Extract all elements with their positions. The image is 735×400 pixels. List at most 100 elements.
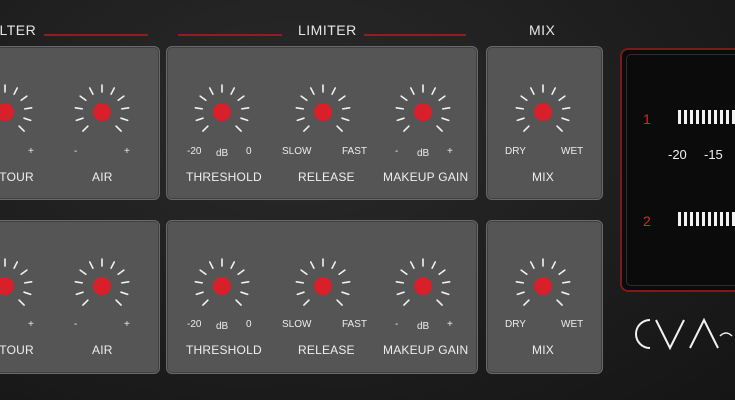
knob-tick xyxy=(561,291,570,296)
air-max-ch1: + xyxy=(124,146,130,157)
threshold-min-ch2: -20 xyxy=(187,319,202,330)
mix-max-ch2: WET xyxy=(561,319,584,330)
mix-min-ch1: DRY xyxy=(505,146,526,157)
knob-tick xyxy=(79,269,87,276)
filter-section-title: FILTER xyxy=(0,22,37,38)
knob-tick xyxy=(296,117,305,122)
meter-bar-segment xyxy=(678,110,681,124)
release-min-ch1: SLOW xyxy=(282,146,312,157)
meter-bar-segment xyxy=(726,110,729,124)
makeup-gain-knob-ch2[interactable] xyxy=(391,254,455,318)
release-min-ch2: SLOW xyxy=(282,319,312,330)
knob-tick xyxy=(303,299,310,306)
mix-knob-ch2[interactable] xyxy=(511,254,575,318)
knob-tick xyxy=(120,291,129,296)
knob-indicator-dot xyxy=(414,277,432,295)
contour-knob-ch2[interactable] xyxy=(0,254,37,318)
release-max-ch1: FAST xyxy=(342,146,368,157)
meter-scale-minus-20: -20 xyxy=(668,147,687,162)
knob-tick xyxy=(20,95,28,102)
knob-dial xyxy=(194,258,250,306)
knob-tick xyxy=(296,291,305,296)
meter-bar-segment xyxy=(714,212,717,226)
contour-max-ch2: + xyxy=(28,319,34,330)
knob-tick xyxy=(18,299,25,306)
knob-tick xyxy=(341,117,350,122)
air-min-ch2: - xyxy=(74,319,78,330)
knob-tick xyxy=(75,291,84,296)
contour-knob-ch1[interactable] xyxy=(0,80,37,144)
knob-tick xyxy=(551,261,557,269)
knob-tick xyxy=(120,280,130,284)
knob-tick xyxy=(309,87,315,95)
knob-tick xyxy=(309,261,315,269)
knob-tick xyxy=(117,269,125,276)
knob-tick xyxy=(194,106,204,110)
release-knob-ch1[interactable] xyxy=(291,80,355,144)
knob-tick xyxy=(331,261,337,269)
meter-channel-1-label: 1 xyxy=(643,111,651,127)
knob-tick xyxy=(88,87,94,95)
knob-tick xyxy=(400,95,408,102)
threshold-unit-ch1: dB xyxy=(216,148,229,159)
knob-indicator-dot xyxy=(314,277,332,295)
knob-tick xyxy=(240,117,249,122)
knob-tick xyxy=(303,125,310,132)
knob-tick xyxy=(199,95,207,102)
meter-bar-segment xyxy=(726,212,729,226)
release-knob-ch2[interactable] xyxy=(291,254,355,318)
knob-tick xyxy=(18,125,25,132)
meter-bar-segment xyxy=(696,212,699,226)
knob-tick xyxy=(295,106,305,110)
knob-indicator-dot xyxy=(213,103,231,121)
knob-dial xyxy=(395,258,451,306)
knob-tick xyxy=(199,269,207,276)
air-label-ch2: AIR xyxy=(92,343,113,357)
knob-dial xyxy=(0,258,33,306)
knob-tick xyxy=(120,117,129,122)
knob-tick xyxy=(395,106,405,110)
limiter-section-title: LIMITER xyxy=(298,22,357,38)
knob-tick xyxy=(79,95,87,102)
knob-tick xyxy=(516,117,525,122)
knob-tick xyxy=(240,280,250,284)
knob-tick xyxy=(195,117,204,122)
knob-tick xyxy=(115,125,122,132)
knob-tick xyxy=(529,87,535,95)
level-meter-inner-frame xyxy=(626,54,735,286)
threshold-label-ch2: THRESHOLD xyxy=(186,343,262,357)
knob-tick xyxy=(74,106,84,110)
threshold-knob-ch1[interactable] xyxy=(190,80,254,144)
meter-bar-segment xyxy=(690,110,693,124)
knob-indicator-dot xyxy=(414,103,432,121)
makeup-gain-knob-ch1[interactable] xyxy=(391,80,455,144)
threshold-max-ch1: 0 xyxy=(246,146,252,157)
meter-bar-segment xyxy=(720,212,723,226)
air-knob-ch2[interactable] xyxy=(70,254,134,318)
knob-tick xyxy=(237,269,245,276)
air-knob-ch1[interactable] xyxy=(70,80,134,144)
knob-indicator-dot xyxy=(93,103,111,121)
knob-tick xyxy=(23,280,33,284)
meter-bar-segment xyxy=(684,110,687,124)
knob-tick xyxy=(395,280,405,284)
knob-tick xyxy=(441,117,450,122)
knob-indicator-dot xyxy=(314,103,332,121)
knob-tick xyxy=(295,280,305,284)
knob-tick xyxy=(551,87,557,95)
knob-tick xyxy=(338,95,346,102)
knob-tick xyxy=(441,280,451,284)
knob-indicator-dot xyxy=(0,277,14,295)
knob-tick xyxy=(561,117,570,122)
knob-tick xyxy=(202,125,209,132)
knob-indicator-dot xyxy=(213,277,231,295)
air-min-ch1: - xyxy=(74,146,78,157)
threshold-knob-ch2[interactable] xyxy=(190,254,254,318)
limiter-title-line-right xyxy=(364,34,466,36)
meter-bar-segment xyxy=(720,110,723,124)
knob-tick xyxy=(436,299,443,306)
mix-knob-ch1[interactable] xyxy=(511,80,575,144)
knob-tick xyxy=(556,125,563,132)
knob-dial xyxy=(295,258,351,306)
knob-tick xyxy=(336,125,343,132)
